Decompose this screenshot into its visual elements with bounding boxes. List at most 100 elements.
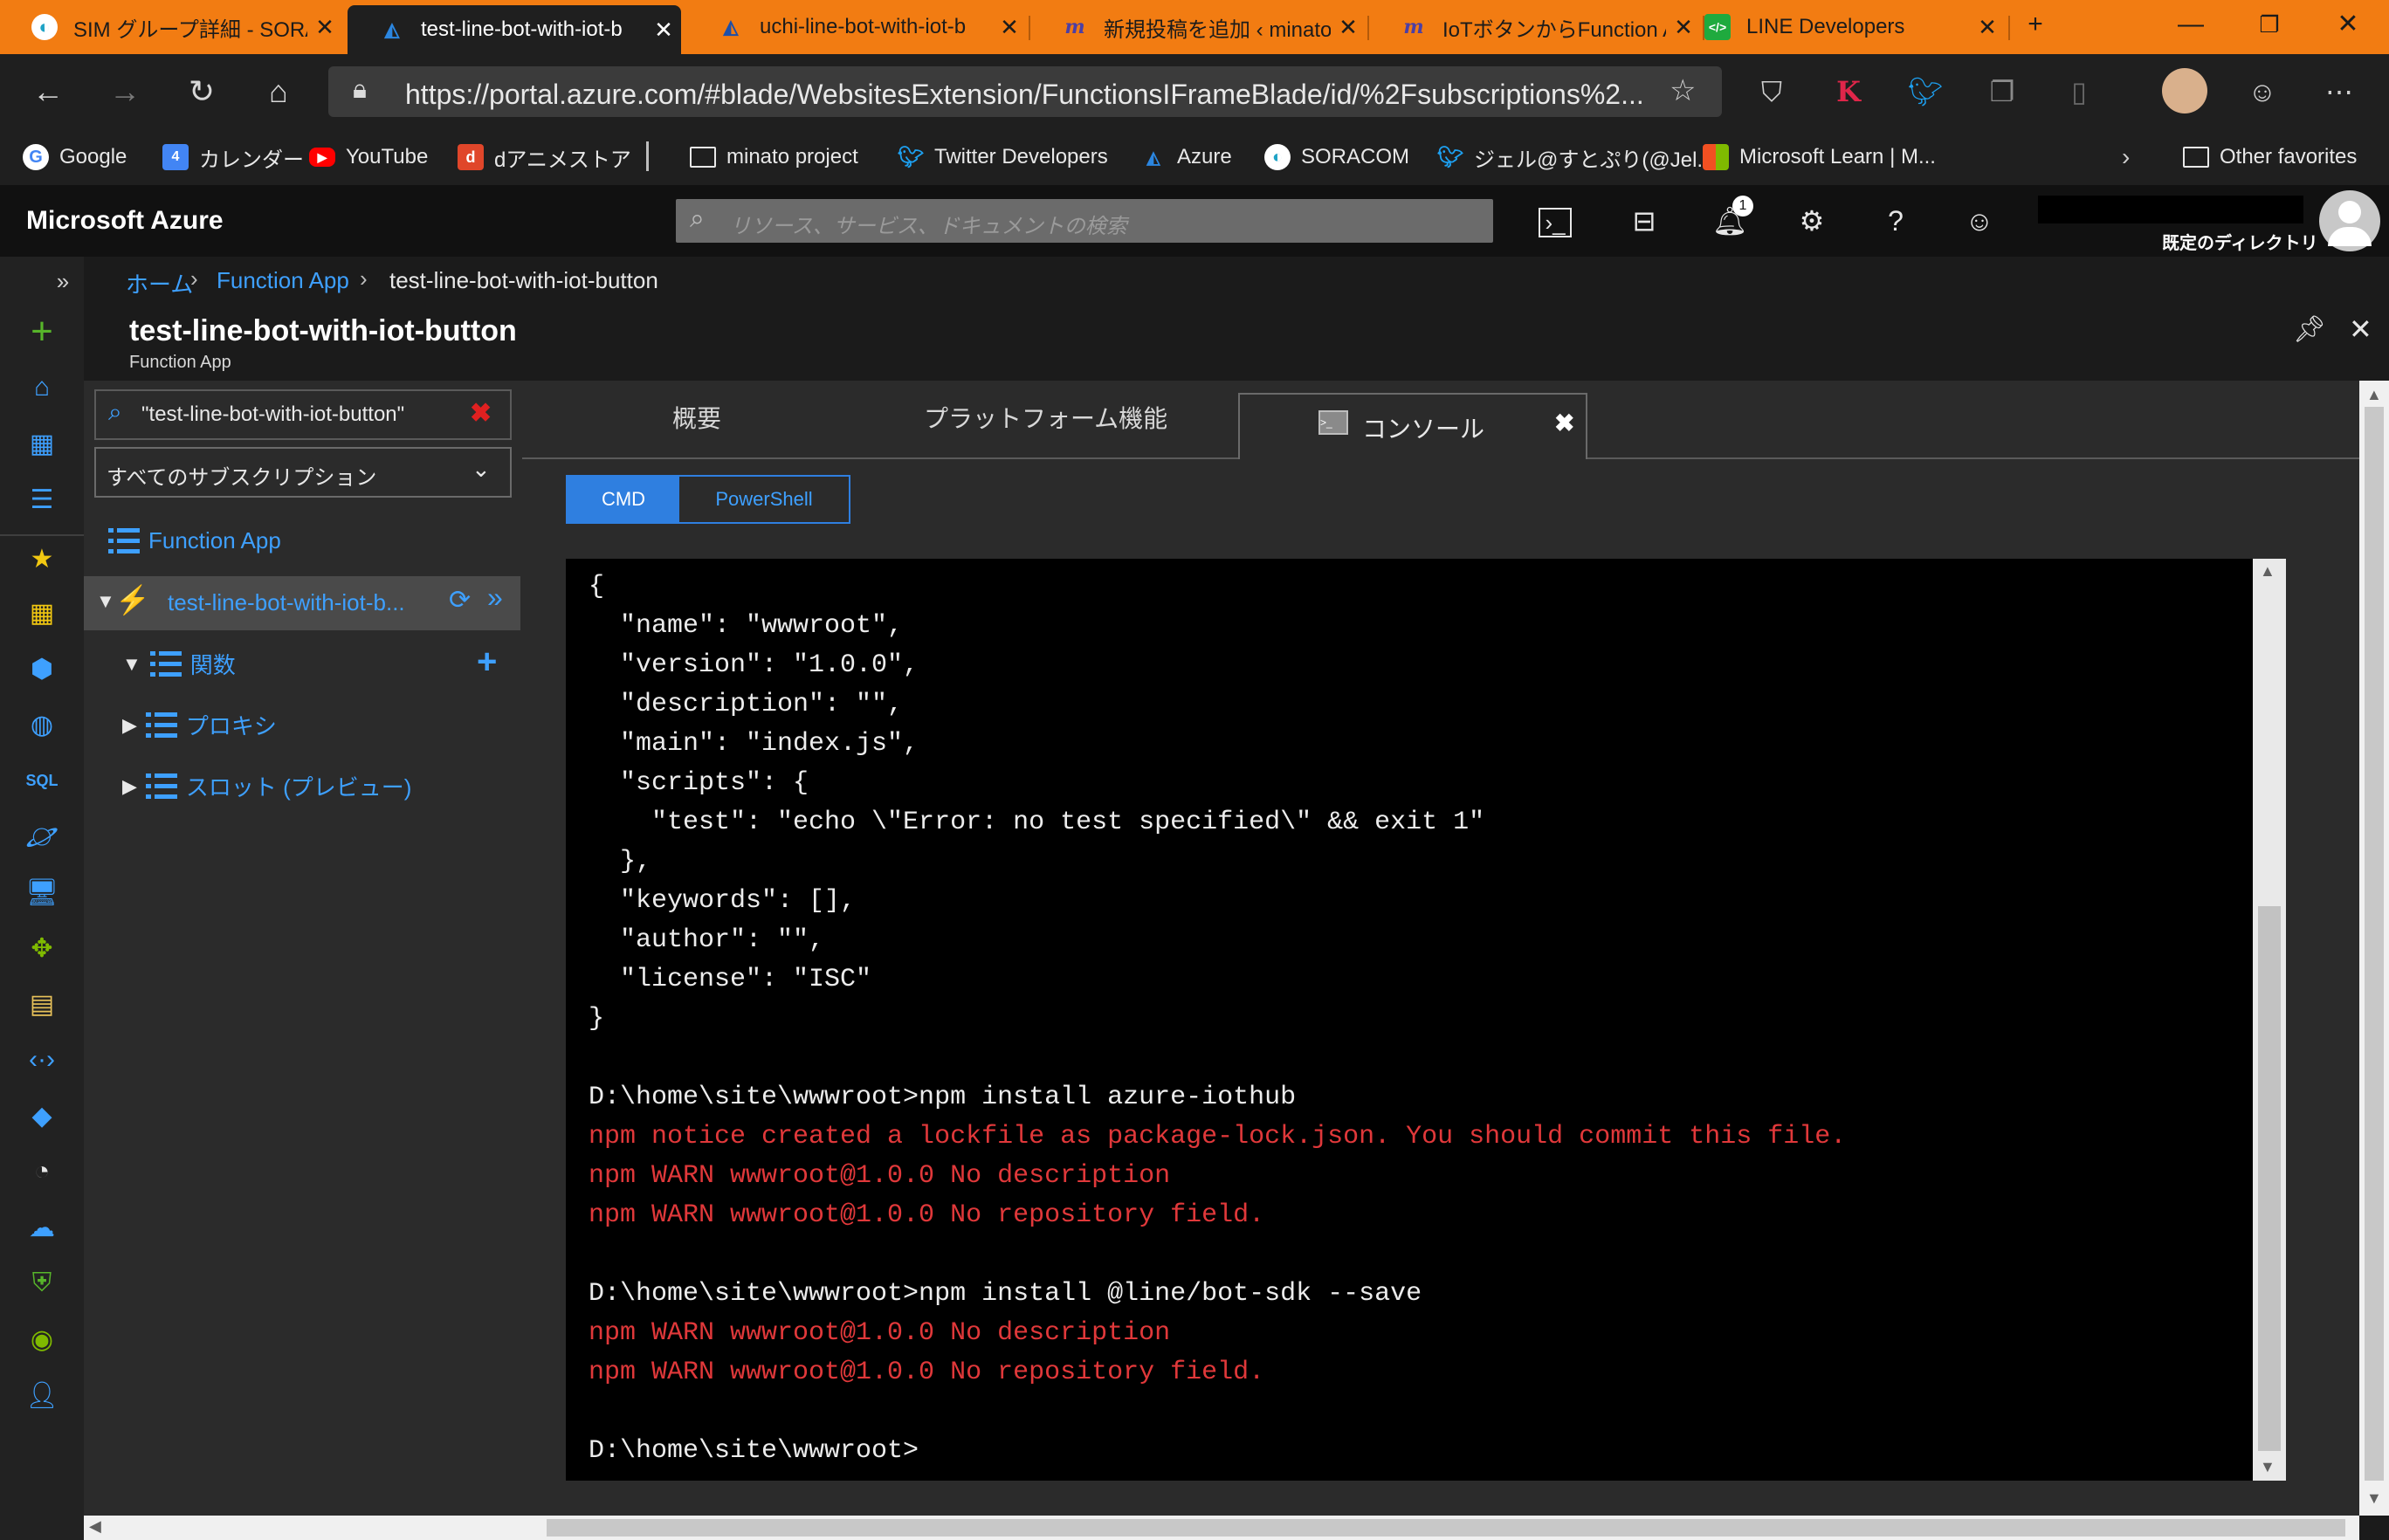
- console-terminal[interactable]: { "name": "wwwroot", "version": "1.0.0",…: [566, 559, 2286, 1481]
- profile-avatar[interactable]: [2162, 68, 2207, 113]
- browser-tab[interactable]: m IoTボタンからFunction Ap ✕: [1369, 5, 1701, 49]
- storage-accounts-icon[interactable]: ▤: [23, 985, 61, 1023]
- browser-tab-active[interactable]: ◭ test-line-bot-with-iot-b ✕: [348, 5, 681, 54]
- tab-console[interactable]: >_ コンソール ✖: [1238, 393, 1587, 459]
- forward-icon[interactable]: →: [105, 72, 145, 112]
- resource-filter-input[interactable]: ⌕ "test-line-bot-with-iot-button" ✖: [94, 389, 512, 440]
- account-name-redacted[interactable]: [2038, 196, 2303, 223]
- bookmark-icon[interactable]: ▯: [2059, 72, 2099, 112]
- browser-tab[interactable]: ◐ SIM グループ詳細 - SORA ✕: [0, 5, 342, 49]
- add-function-icon[interactable]: +: [477, 643, 497, 682]
- cloud-shell-icon[interactable]: ›_: [1539, 208, 1572, 237]
- tab-overview[interactable]: 概要: [672, 400, 721, 435]
- pocket-icon[interactable]: ⛉: [1752, 72, 1792, 112]
- more-menu-icon[interactable]: ⋯: [2319, 72, 2359, 112]
- breadcrumb-function-app[interactable]: Function App: [217, 267, 349, 294]
- extension-k-icon[interactable]: K: [1828, 72, 1869, 112]
- load-balancer-icon[interactable]: ✥: [23, 929, 61, 967]
- refresh-icon[interactable]: ↻: [182, 72, 222, 112]
- back-icon[interactable]: ←: [28, 72, 68, 112]
- scroll-up-icon[interactable]: ▲: [2366, 386, 2382, 404]
- twitter-extension-icon[interactable]: 🐦︎: [1905, 72, 1945, 112]
- url-text[interactable]: https://portal.azure.com/#blade/Websites…: [405, 79, 1644, 111]
- terminal-scrollbar[interactable]: ▲ ▼: [2253, 559, 2286, 1481]
- cost-management-icon[interactable]: ◉: [23, 1320, 61, 1358]
- refresh-icon[interactable]: ⟳: [449, 585, 471, 615]
- favorites-overflow-chevron-icon[interactable]: ›: [2122, 140, 2130, 175]
- azure-brand[interactable]: Microsoft Azure: [26, 206, 224, 236]
- home-icon[interactable]: ⌂: [258, 72, 299, 112]
- scroll-up-icon[interactable]: ▲: [2260, 562, 2275, 581]
- browser-tab[interactable]: ◭ uchi-line-bot-with-iot-b ✕: [686, 5, 1027, 49]
- directory-filter-icon[interactable]: ⊟: [1622, 201, 1666, 241]
- terminal-scroll-thumb[interactable]: [2258, 906, 2281, 1451]
- azure-ad-icon[interactable]: ◆: [23, 1097, 61, 1135]
- favorite-microsoft-learn[interactable]: Microsoft Learn | M...: [1703, 140, 1936, 175]
- feedback-smiley-icon[interactable]: ☺: [2242, 72, 2282, 112]
- help-icon[interactable]: ?: [1874, 201, 1917, 241]
- page-scroll-thumb[interactable]: [2365, 407, 2384, 1481]
- expand-right-icon[interactable]: »: [487, 581, 503, 614]
- favorite-minato-folder[interactable]: minato project: [690, 140, 858, 175]
- new-tab-button[interactable]: +: [2014, 7, 2057, 42]
- close-icon[interactable]: ✕: [992, 14, 1027, 41]
- subscription-dropdown[interactable]: すべてのサブスクリプション ⌄: [94, 447, 512, 498]
- tree-item-functions[interactable]: ▼ 関数: [122, 648, 236, 680]
- expand-menu-icon[interactable]: »: [44, 262, 82, 300]
- search-input[interactable]: ⌕ リソース、サービス、ドキュメントの検索: [676, 199, 1493, 243]
- virtual-machines-icon[interactable]: 🖥︎: [23, 873, 61, 911]
- favorite-calendar[interactable]: 4 カレンダー: [162, 140, 304, 175]
- pin-icon[interactable]: 📌︎: [2293, 314, 2326, 345]
- window-close-icon[interactable]: ✕: [2309, 7, 2387, 42]
- collections-icon[interactable]: ❐: [1982, 72, 2022, 112]
- caret-right-icon[interactable]: ▶: [122, 775, 137, 798]
- advisor-icon[interactable]: ☁: [23, 1208, 61, 1247]
- caret-right-icon[interactable]: ▶: [122, 714, 137, 737]
- clear-filter-icon[interactable]: ✖: [470, 398, 492, 429]
- close-icon[interactable]: ✕: [1970, 14, 2005, 41]
- scroll-down-icon[interactable]: ▼: [2260, 1458, 2275, 1476]
- restore-icon[interactable]: ❐: [2230, 7, 2309, 42]
- tab-platform-features[interactable]: プラットフォーム機能: [924, 400, 1167, 435]
- favorite-jel[interactable]: 🐦︎ ジェル@すとぷり(@Jel...: [1437, 140, 1715, 175]
- sql-database-icon[interactable]: SQL: [23, 761, 61, 800]
- caret-down-icon[interactable]: ▼: [122, 653, 141, 676]
- browser-tab[interactable]: m 新規投稿を追加 ‹ minato ✕: [1030, 5, 1366, 49]
- favorite-azure[interactable]: ◭ Azure: [1140, 140, 1231, 175]
- close-icon[interactable]: ✕: [307, 14, 342, 41]
- horizontal-scroll-thumb[interactable]: [547, 1519, 2345, 1537]
- page-horizontal-scrollbar[interactable]: ◀: [84, 1516, 2359, 1540]
- shell-powershell-button[interactable]: PowerShell: [679, 477, 849, 522]
- browser-tab[interactable]: </> LINE Developers ✕: [1673, 5, 2005, 49]
- dashboard-icon[interactable]: ▦: [23, 424, 61, 463]
- caret-down-icon[interactable]: ▼: [96, 590, 115, 613]
- other-favorites[interactable]: Other favorites: [2183, 140, 2357, 175]
- tree-item-slots[interactable]: ▶ スロット (プレビュー): [122, 770, 411, 802]
- favorite-twitter-developers[interactable]: 🐦︎ Twitter Developers: [898, 140, 1108, 175]
- favorite-danime[interactable]: d dアニメストア: [458, 140, 631, 175]
- cosmos-db-icon[interactable]: 🪐︎: [23, 817, 61, 856]
- virtual-networks-icon[interactable]: ‹·›: [23, 1041, 61, 1079]
- close-blade-icon[interactable]: ✕: [2349, 313, 2372, 346]
- favorite-google[interactable]: G Google: [23, 140, 127, 175]
- settings-gear-icon[interactable]: ⚙: [1790, 201, 1834, 241]
- address-bar[interactable]: 🔒︎ https://portal.azure.com/#blade/Websi…: [328, 66, 1722, 117]
- scroll-left-icon[interactable]: ◀: [89, 1517, 101, 1536]
- tree-app-row-selected[interactable]: ▼ ⚡ test-line-bot-with-iot-b... ⟳ »: [84, 576, 520, 630]
- favorite-star-icon[interactable]: ☆: [1670, 73, 1696, 108]
- close-tab-icon[interactable]: ✖: [1554, 409, 1574, 437]
- security-center-icon[interactable]: ⛨: [23, 1264, 61, 1303]
- close-icon[interactable]: ✕: [646, 17, 681, 44]
- home-icon[interactable]: ⌂: [23, 368, 61, 407]
- all-resources-icon[interactable]: ▦: [23, 594, 61, 632]
- user-avatar[interactable]: [2319, 190, 2380, 251]
- tree-item-proxies[interactable]: ▶ プロキシ: [122, 709, 277, 741]
- feedback-smiley-icon[interactable]: ☺: [1958, 201, 2001, 241]
- monitor-icon[interactable]: ◔: [23, 1152, 61, 1191]
- favorite-youtube[interactable]: ▶ YouTube: [309, 140, 428, 175]
- resource-groups-icon[interactable]: ⬢: [23, 650, 61, 688]
- all-services-icon[interactable]: ☰: [23, 480, 61, 519]
- close-icon[interactable]: ✕: [1331, 14, 1366, 41]
- shell-cmd-button[interactable]: CMD: [568, 477, 679, 522]
- minimize-icon[interactable]: —: [2151, 7, 2230, 42]
